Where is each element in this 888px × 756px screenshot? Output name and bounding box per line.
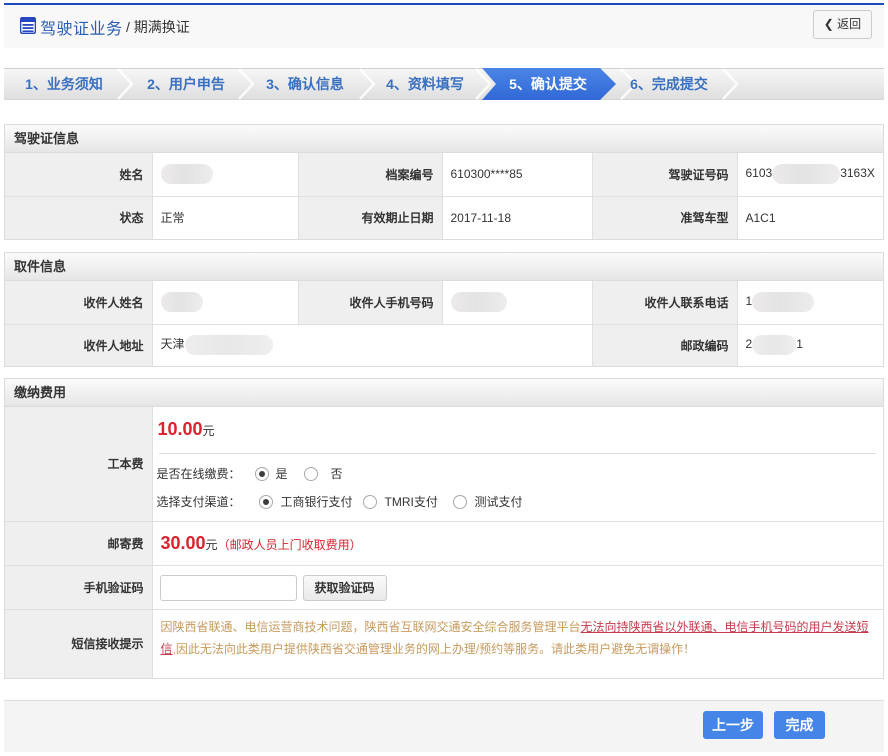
svg-text:4、资料填写: 4、资料填写 xyxy=(386,76,464,92)
svg-text:3、确认信息: 3、确认信息 xyxy=(266,76,344,92)
svg-text:2、用户申告: 2、用户申告 xyxy=(147,76,225,92)
svg-text:6、完成提交: 6、完成提交 xyxy=(630,76,708,92)
svg-text:5、确认提交: 5、确认提交 xyxy=(509,76,587,92)
svg-text:1、业务须知: 1、业务须知 xyxy=(25,76,103,92)
